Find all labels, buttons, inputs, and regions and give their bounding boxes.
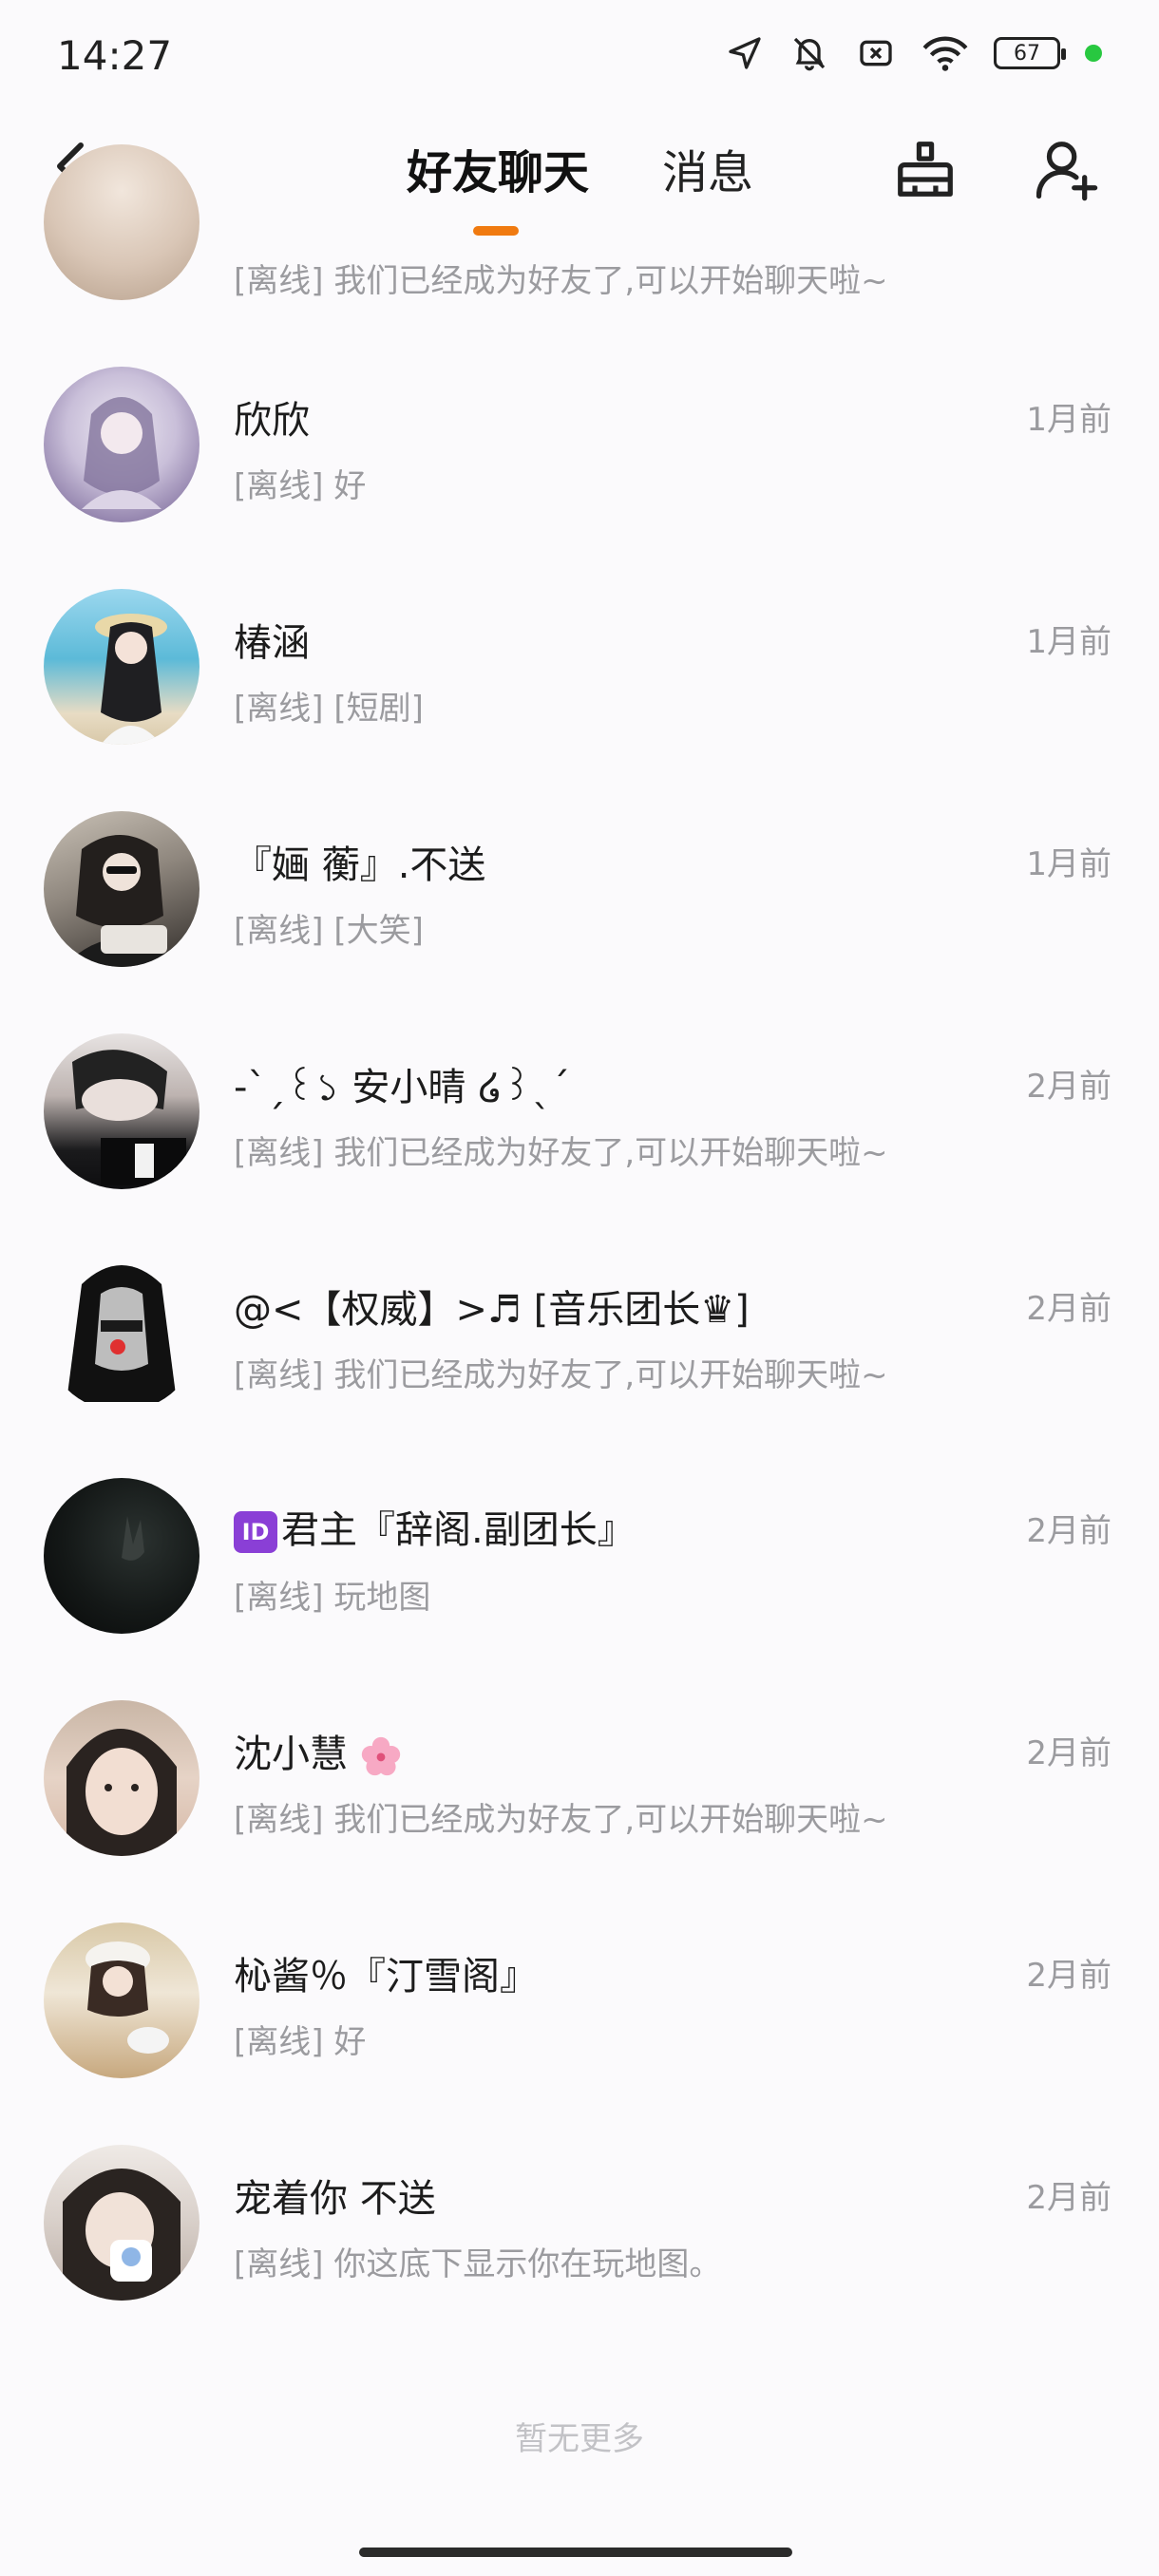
avatar-illustration [122,1516,144,1561]
avatar-illustration [72,1050,186,1185]
privacy-indicator-dot [1085,45,1102,62]
chat-name-text: 沈小慧 [234,1733,348,1776]
chat-preview: [离线] 我们已经成为好友了,可以开始聊天啦~ [234,1801,888,1839]
avatar-illustration [66,1265,177,1402]
list-item[interactable]: -ˋˏ꒰১ 安小晴 ໒꒱ˎˊ 2月前 [离线] 我们已经成为好友了,可以开始聊天… [0,1032,1159,1254]
chat-preview: [离线] 好 [234,467,367,505]
list-item[interactable]: 宠着你 不送 2月前 [离线] 你这底下显示你在玩地图。 [0,2143,1159,2365]
avatar-illustration [63,835,180,967]
avatar[interactable] [44,1478,200,1634]
location-icon [726,34,764,72]
battery-level: 67 [1014,41,1040,66]
avatar-illustration [66,1729,177,1856]
chat-preview: [离线] 我们已经成为好友了,可以开始聊天啦~ [234,1134,888,1172]
avatar[interactable] [44,1256,200,1411]
avatar-illustration [86,1941,169,2054]
avatar-illustration [63,2169,180,2301]
chat-time: 1月前 [1026,401,1112,439]
chat-name: 『婳 蘅』.不送 [234,843,486,887]
no-sim-icon [855,34,897,72]
chat-name: 欣欣 [234,399,310,443]
battery-icon: 67 [994,37,1066,69]
status-icons: 67 [726,34,1102,72]
status-time: 14:27 [57,32,173,79]
chat-preview: [离线] 你这底下显示你在玩地图。 [234,2245,722,2283]
avatar[interactable] [44,589,200,745]
cherry-blossom-icon [361,1736,400,1776]
chat-name: @<【权威】>♬ [音乐团长♛] [234,1288,750,1332]
chat-time: 1月前 [1026,845,1112,883]
chat-preview: [离线] 好 [234,2023,367,2061]
no-more-text: 暂无更多 [515,2420,644,2458]
chat-time: 2月前 [1026,1734,1112,1772]
list-item[interactable]: ID 君主『辞阁.副团长』 2月前 [离线] 玩地图 [0,1476,1159,1698]
status-bar: 14:27 67 [0,0,1159,114]
chat-name: 沈小慧 [234,1723,402,1778]
list-item[interactable]: 欣欣 1月前 [离线] 好 [0,365,1159,587]
chat-time: 2月前 [1026,1957,1112,1995]
wifi-icon [922,34,969,72]
chat-time: 2月前 [1026,2179,1112,2217]
chat-time: 2月前 [1026,1068,1112,1106]
chat-time: 1月前 [1026,623,1112,661]
chat-preview: [离线] 玩地图 [234,1579,431,1617]
avatar[interactable] [44,1923,200,2078]
chat-name: 椿涵 [234,621,310,665]
chat-name: -ˋˏ꒰১ 安小晴 ໒꒱ˎˊ [234,1066,570,1109]
avatar[interactable] [44,1700,200,1856]
avatar[interactable] [44,144,200,300]
list-item[interactable]: 沈小慧 2月前 [离线] 我们已经成为好友了,可以开始聊天啦~ [0,1698,1159,1921]
avatar[interactable] [44,1033,200,1189]
mute-bell-icon [788,34,830,72]
chat-name: 宠着你 不送 [234,2177,436,2221]
list-item[interactable]: 杺酱％『汀雪阁』 2月前 [离线] 好 [0,1921,1159,2143]
avatar[interactable] [44,367,200,522]
avatar-illustration [82,397,162,509]
chat-time: 2月前 [1026,1512,1112,1550]
list-item[interactable]: 椿涵 1月前 [离线] [短剧] [0,587,1159,809]
id-badge-icon: ID [234,1511,277,1553]
list-item[interactable]: @<【权威】>♬ [音乐团长♛] 2月前 [离线] 我们已经成为好友了,可以开始… [0,1254,1159,1476]
avatar[interactable] [44,811,200,967]
chat-preview: [离线] 我们已经成为好友了,可以开始聊天啦~ [234,262,888,300]
chat-name: 杺酱％『汀雪阁』 [234,1955,538,1998]
chat-preview: [离线] [大笑] [234,912,424,950]
list-item[interactable]: [离线] 我们已经成为好友了,可以开始聊天啦~ [0,127,1159,350]
avatar[interactable] [44,2145,200,2301]
chat-preview: [离线] 我们已经成为好友了,可以开始聊天啦~ [234,1356,888,1394]
chat-preview: [离线] [短剧] [234,690,424,728]
chat-name: ID 君主『辞阁.副团长』 [234,1499,636,1554]
chat-name-text: 君主『辞阁.副团长』 [281,1508,636,1552]
chat-time: 2月前 [1026,1290,1112,1328]
home-indicator[interactable] [359,2548,792,2557]
list-item[interactable]: 『婳 蘅』.不送 1月前 [离线] [大笑] [0,809,1159,1032]
avatar-illustration [95,614,167,745]
